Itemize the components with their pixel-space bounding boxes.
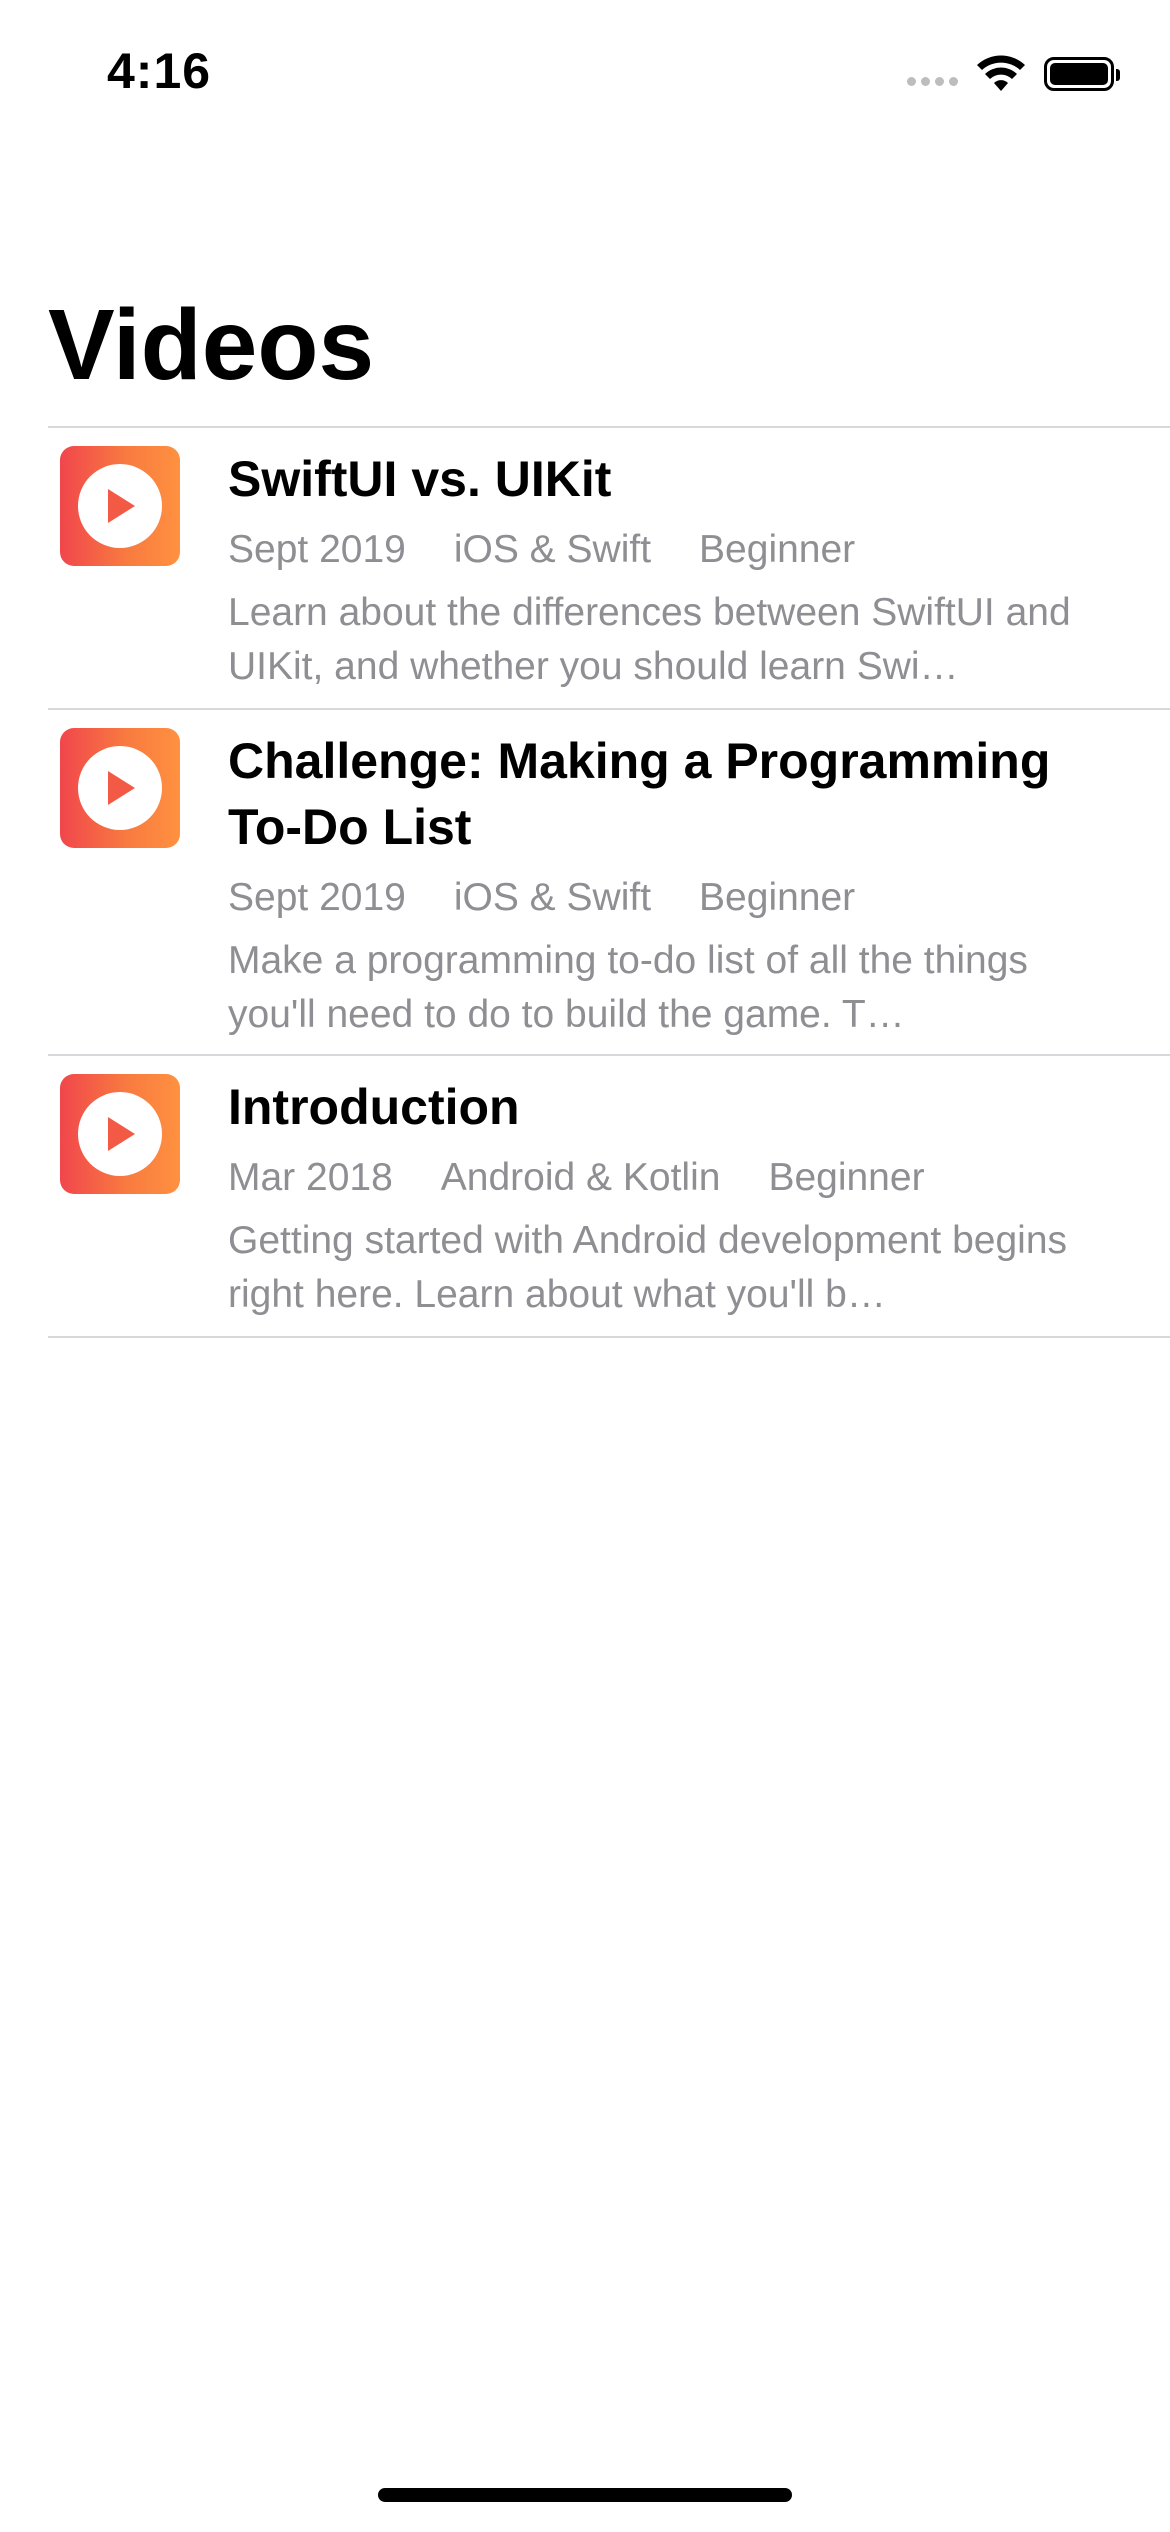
video-description: Make a programming to-do list of all the…: [228, 939, 1028, 1036]
video-title: Introduction: [228, 1079, 520, 1135]
play-icon: [108, 489, 135, 523]
video-domain: iOS & Swift: [453, 528, 652, 571]
video-difficulty: Beginner: [699, 528, 856, 571]
play-icon: [108, 771, 135, 805]
video-thumbnail: [60, 446, 180, 566]
video-date: Sept 2019: [228, 528, 406, 571]
video-thumbnail: [60, 1074, 180, 1194]
video-title: Challenge: Making a Programming To-Do Li…: [228, 733, 1051, 855]
page-title: Videos: [48, 289, 375, 401]
home-indicator[interactable]: [378, 2488, 792, 2502]
video-difficulty: Beginner: [768, 1156, 925, 1199]
list-item[interactable]: Introduction Mar 2018 Android & Kotlin B…: [48, 1056, 1170, 1336]
video-description: Learn about the differences between Swif…: [228, 591, 1071, 688]
list-item[interactable]: Challenge: Making a Programming To-Do Li…: [48, 710, 1170, 1054]
video-description: Getting started with Android development…: [228, 1219, 1068, 1316]
video-list: SwiftUI vs. UIKit Sept 2019 iOS & Swift …: [48, 426, 1170, 1338]
battery-icon: [1044, 57, 1120, 91]
video-meta: Sept 2019 iOS & Swift Beginner: [228, 870, 1128, 926]
video-title: SwiftUI vs. UIKit: [228, 451, 612, 507]
list-item[interactable]: SwiftUI vs. UIKit Sept 2019 iOS & Swift …: [48, 428, 1170, 708]
video-date: Sept 2019: [228, 876, 406, 919]
video-date: Mar 2018: [228, 1156, 393, 1199]
play-icon: [108, 1117, 135, 1151]
status-time: 4:16: [107, 43, 212, 99]
cellular-signal-icon: [907, 76, 958, 86]
video-thumbnail: [60, 728, 180, 848]
status-icons: [907, 52, 1120, 96]
video-meta: Sept 2019 iOS & Swift Beginner: [228, 522, 1128, 578]
video-domain: iOS & Swift: [453, 876, 652, 919]
video-domain: Android & Kotlin: [440, 1156, 721, 1199]
list-divider: [48, 1336, 1170, 1338]
video-difficulty: Beginner: [699, 876, 856, 919]
wifi-icon: [976, 55, 1026, 93]
status-bar: 4:16: [0, 0, 1170, 150]
video-meta: Mar 2018 Android & Kotlin Beginner: [228, 1150, 1128, 1206]
